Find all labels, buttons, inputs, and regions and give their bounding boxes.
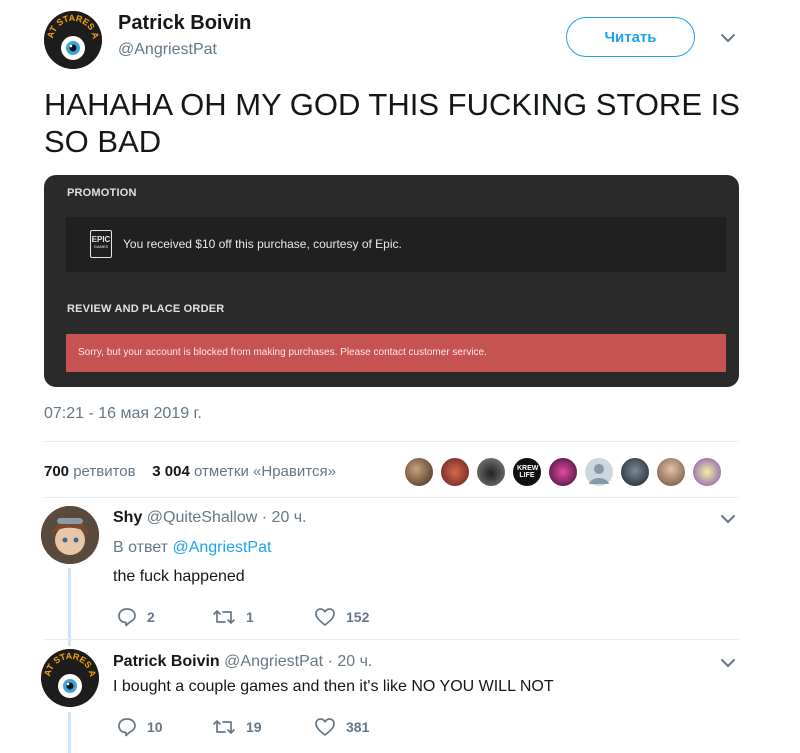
like-action[interactable]: 381 <box>314 717 369 737</box>
liker-avatar[interactable] <box>439 456 471 488</box>
retweet-icon <box>213 720 235 734</box>
reply-time[interactable]: · 20 ч. <box>328 653 373 670</box>
follow-button[interactable]: Читать <box>566 17 695 57</box>
divider <box>44 441 739 442</box>
reply-handle[interactable]: @QuiteShallow <box>147 509 258 526</box>
liker-avatar[interactable] <box>691 456 723 488</box>
reply-avatar[interactable]: PAT STARES AT <box>41 649 99 707</box>
liker-avatar[interactable] <box>475 456 507 488</box>
reply-author[interactable]: Shy @QuiteShallow · 20 ч. <box>113 509 307 527</box>
chevron-down-icon[interactable] <box>720 514 736 524</box>
author-name[interactable]: Patrick Boivin <box>118 12 251 35</box>
reply-author[interactable]: Patrick Boivin @AngriestPat · 20 ч. <box>113 653 372 671</box>
comment-icon <box>118 718 136 737</box>
retweet-action[interactable]: 1 <box>212 607 254 627</box>
liker-avatar[interactable] <box>547 456 579 488</box>
chevron-down-icon[interactable] <box>720 33 736 43</box>
heart-icon <box>315 608 335 626</box>
liker-avatar[interactable] <box>583 456 615 488</box>
epic-games-logo: EPIC GAMES <box>90 230 112 258</box>
author-avatar-image: PAT STARES AT <box>44 11 102 69</box>
reply-action[interactable]: 2 <box>117 607 155 627</box>
heart-icon <box>315 718 335 736</box>
thread-line <box>68 712 71 753</box>
likes-stat[interactable]: 3 004 отметки «Нравится» <box>152 463 336 480</box>
author-avatar[interactable]: PAT STARES AT <box>44 11 102 69</box>
reply-to-link[interactable]: @AngriestPat <box>172 539 271 556</box>
tweet-stats: 700 ретвитов 3 004 отметки «Нравится» <box>44 463 336 480</box>
review-heading: REVIEW AND PLACE ORDER <box>67 303 225 315</box>
liker-avatar[interactable] <box>619 456 651 488</box>
promotion-text: You received $10 off this purchase, cour… <box>123 237 402 251</box>
liker-avatar[interactable]: KREW LIFE <box>511 456 543 488</box>
chevron-down-icon[interactable] <box>720 658 736 668</box>
retweets-stat[interactable]: 700 ретвитов <box>44 463 136 480</box>
reply-time[interactable]: · 20 ч. <box>262 509 307 526</box>
promotion-box: EPIC GAMES You received $10 off this pur… <box>66 217 726 272</box>
reply-text: the fuck happened <box>113 568 245 585</box>
retweet-action[interactable]: 19 <box>212 717 262 737</box>
tweet-timestamp[interactable]: 07:21 - 16 мая 2019 г. <box>44 405 202 423</box>
comment-icon <box>118 608 136 627</box>
error-text: Sorry, but your account is blocked from … <box>78 347 487 358</box>
author-handle[interactable]: @AngriestPat <box>118 41 217 59</box>
divider <box>44 497 739 498</box>
reply-text: I bought a couple games and then it's li… <box>113 678 554 695</box>
tweet-text: HAHAHA OH MY GOD THIS FUCKING STORE IS S… <box>44 87 740 159</box>
tweet-media-image[interactable]: PROMOTION EPIC GAMES You received $10 of… <box>44 175 739 387</box>
liker-avatar[interactable] <box>403 456 435 488</box>
divider <box>44 639 739 640</box>
reply-to-line: В ответ @AngriestPat <box>113 539 272 556</box>
reply-avatar[interactable] <box>41 506 99 564</box>
error-banner: Sorry, but your account is blocked from … <box>66 334 726 372</box>
reply-action[interactable]: 10 <box>117 717 163 737</box>
thread-line <box>68 568 71 646</box>
liker-avatar[interactable] <box>655 456 687 488</box>
reply-handle[interactable]: @AngriestPat <box>224 653 323 670</box>
retweet-icon <box>213 610 235 624</box>
promotion-heading: PROMOTION <box>67 187 137 199</box>
like-action[interactable]: 152 <box>314 607 369 627</box>
